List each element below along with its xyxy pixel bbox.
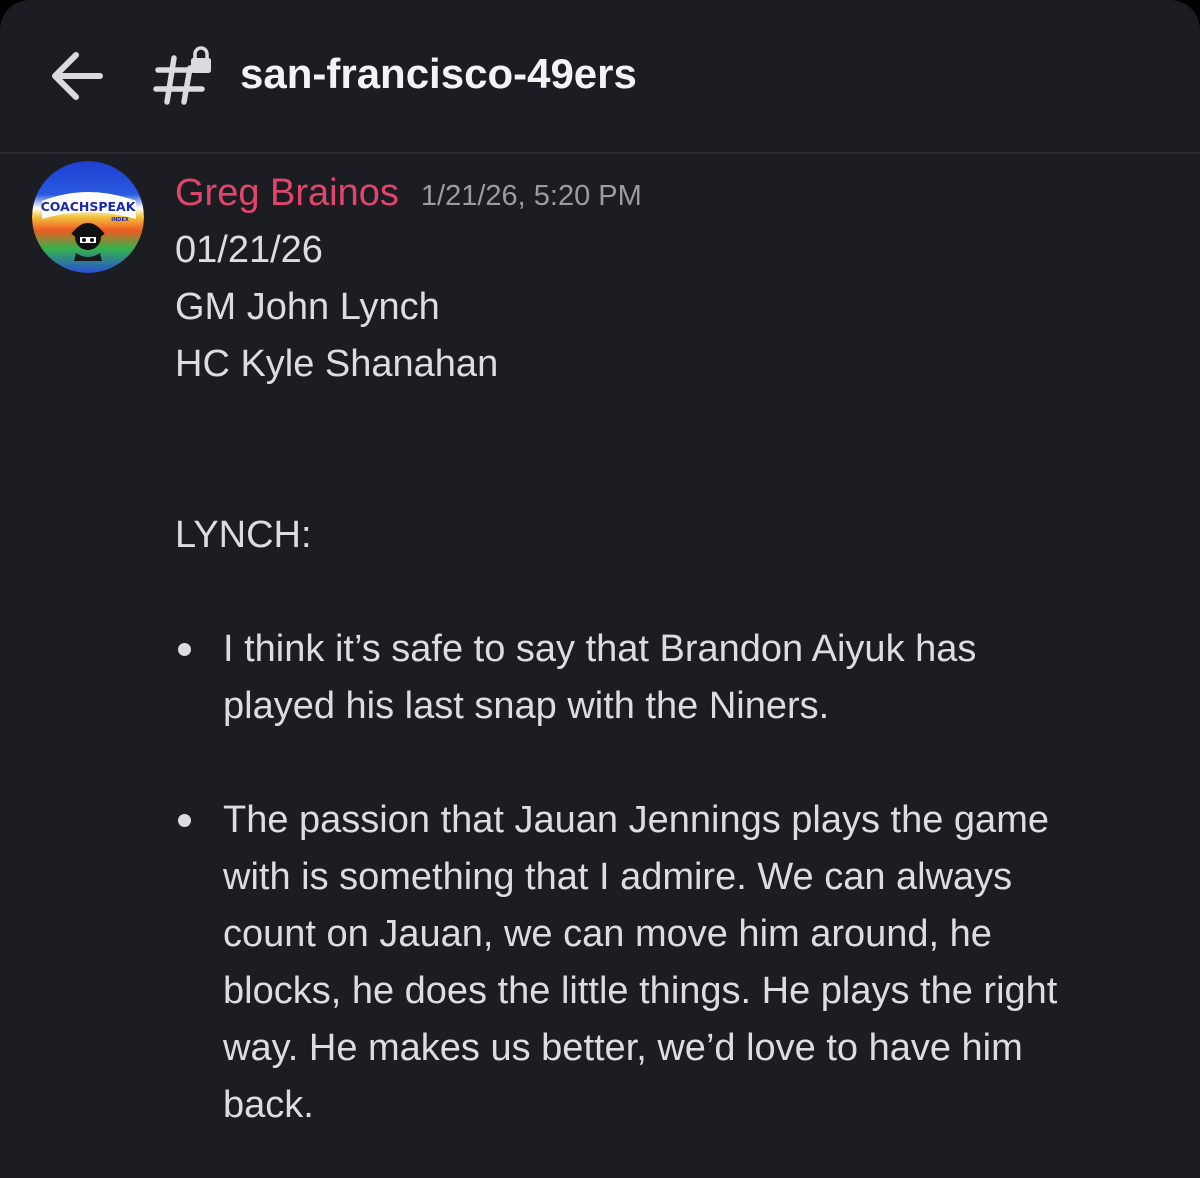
author-name[interactable]: Greg Brainos <box>175 172 399 214</box>
bullet-text-line: count on Jauan, we can move him around, … <box>223 913 992 955</box>
bullet-text-line: way. He makes us better, we’d love to ha… <box>223 1027 1023 1069</box>
message-timestamp: 1/21/26, 5:20 PM <box>420 180 642 212</box>
bullet-item: I think it’s safe to say that Brandon Ai… <box>175 621 1165 735</box>
message-body: 01/21/26 GM John Lynch HC Kyle Shanahan … <box>175 222 1165 1134</box>
bullet-icon <box>178 814 191 827</box>
bullet-item: The passion that Jauan Jennings plays th… <box>175 792 1165 1134</box>
blank-space <box>175 564 1165 621</box>
message-meta: Greg Brainos 1/21/26, 5:20 PM <box>175 170 642 220</box>
bullet-text-line: back. <box>223 1084 314 1126</box>
bullet-text-line: played his last snap with the Niners. <box>223 685 830 727</box>
channel-header: san-francisco-49ers <box>0 0 1200 154</box>
section-heading: LYNCH: <box>175 514 312 556</box>
message-line-date: 01/21/26 <box>175 229 323 271</box>
avatar-logo-subtext: INDEX <box>111 217 129 223</box>
bullet-text-line: blocks, he does the little things. He pl… <box>223 970 1058 1012</box>
bullet-text-line: The passion that Jauan Jennings plays th… <box>223 799 1049 841</box>
channel-title: san-francisco-49ers <box>240 50 637 97</box>
bullet-text-line: I think it’s safe to say that Brandon Ai… <box>223 628 977 670</box>
app-frame: san-francisco-49ers COACHSPEAK INDEX Gre… <box>0 0 1200 1178</box>
bullet-icon <box>178 643 191 656</box>
back-button[interactable] <box>38 40 116 112</box>
bullet-text-line: with is something that I admire. We can … <box>223 856 1013 898</box>
arrow-left-icon <box>52 52 103 100</box>
blank-space <box>175 735 1165 792</box>
blank-space <box>175 393 1165 507</box>
locked-hashtag-icon <box>152 44 218 108</box>
user-avatar[interactable]: COACHSPEAK INDEX <box>32 161 144 273</box>
message-line-hc: HC Kyle Shanahan <box>175 343 499 385</box>
message-line-gm: GM John Lynch <box>175 286 440 328</box>
avatar-logo-text: COACHSPEAK <box>41 199 137 214</box>
